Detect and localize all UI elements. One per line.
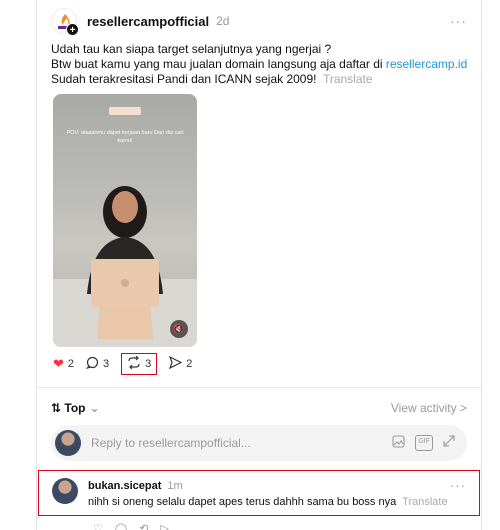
repost-icon[interactable]: ⟲ [139, 522, 148, 530]
share-count: 2 [186, 358, 193, 370]
translate-link[interactable]: Translate [402, 496, 447, 508]
post-text-line-3: Sudah terakresitasi Pandi dan ICANN seja… [51, 72, 471, 87]
chevron-down-icon: ⌄ [89, 401, 100, 415]
avatar[interactable]: + [51, 8, 79, 36]
gif-icon[interactable]: GIF [415, 435, 433, 451]
view-activity-link[interactable]: View activity > [391, 401, 467, 415]
like-count: 2 [67, 358, 75, 370]
repost-button[interactable]: 3 [121, 353, 158, 375]
translate-link[interactable]: Translate [323, 72, 373, 86]
sort-label: Top [64, 401, 86, 415]
mute-icon[interactable]: 🔇 [170, 320, 188, 338]
comment-icon[interactable]: ◯ [115, 522, 127, 530]
post-text: Udah tau kan siapa target selanjutnya ya… [51, 42, 471, 87]
post-link[interactable]: resellercamp.id [386, 57, 467, 71]
post-video[interactable]: POV: atasanmu dapet kerjaan baru Dan dia… [53, 94, 197, 347]
post-header: + resellercampofficial 2d ··· [51, 7, 467, 36]
post-text-line-1: Udah tau kan siapa target selanjutnya ya… [51, 42, 332, 56]
repost-icon [127, 355, 141, 372]
post-timestamp: 2d [216, 14, 230, 28]
post-actions: ❤ 2 3 3 2 [53, 352, 204, 376]
comment-header: bukan.sicepat 1m ··· [88, 478, 466, 493]
avatar[interactable] [52, 478, 78, 504]
comment-text-body: nihh si oneng selalu dapet apes terus da… [88, 496, 397, 508]
post-text-line-2-prefix: Btw buat kamu yang mau jualan domain lan… [51, 57, 386, 71]
comment-button[interactable]: 3 [86, 353, 109, 375]
comment-row: bukan.sicepat 1m ··· nihh si oneng selal… [52, 478, 466, 508]
more-options-icon[interactable]: ··· [450, 13, 467, 29]
repost-count: 3 [145, 358, 152, 370]
divider [37, 387, 481, 388]
reply-input[interactable]: Reply to resellercampofficial... GIF [51, 425, 467, 461]
comment-item: bukan.sicepat 1m ··· nihh si oneng selal… [38, 470, 480, 516]
post-text-line-3-text: Sudah terakresitasi Pandi dan ICANN seja… [51, 72, 317, 86]
expand-icon[interactable] [443, 435, 455, 451]
comment-text: nihh si oneng selalu dapet apes terus da… [88, 496, 466, 508]
share-icon[interactable]: ▷ [160, 522, 168, 530]
reply-placeholder[interactable]: Reply to resellercampofficial... [91, 436, 251, 450]
comment-body: bukan.sicepat 1m ··· nihh si oneng selal… [88, 478, 466, 508]
heart-icon: ❤ [53, 356, 64, 371]
more-options-icon[interactable]: ··· [450, 478, 466, 493]
share-icon [169, 355, 183, 372]
comment-username[interactable]: bukan.sicepat [88, 480, 161, 492]
video-scene [53, 186, 197, 347]
sort-dropdown[interactable]: ⇅ Top ⌄ [51, 401, 100, 415]
comment-icon [86, 356, 99, 372]
post-username[interactable]: resellercampofficial [87, 14, 209, 29]
heart-outline-icon[interactable]: ♡ [93, 522, 103, 530]
post-text-line-2: Btw buat kamu yang mau jualan domain lan… [51, 57, 471, 72]
post-card: + resellercampofficial 2d ··· Udah tau k… [36, 0, 482, 530]
reply-tools: GIF [392, 435, 455, 451]
comment-actions: ♡ ◯ ⟲ ▷ [93, 522, 169, 530]
like-button[interactable]: ❤ 2 [53, 353, 74, 375]
share-button[interactable]: 2 [169, 353, 192, 375]
avatar [55, 430, 81, 456]
comment-count: 3 [103, 358, 110, 370]
comment-timestamp: 1m [167, 479, 183, 492]
sort-bar: ⇅ Top ⌄ View activity > [51, 400, 467, 416]
follow-plus-icon[interactable]: + [66, 23, 79, 36]
image-icon[interactable] [392, 435, 405, 451]
